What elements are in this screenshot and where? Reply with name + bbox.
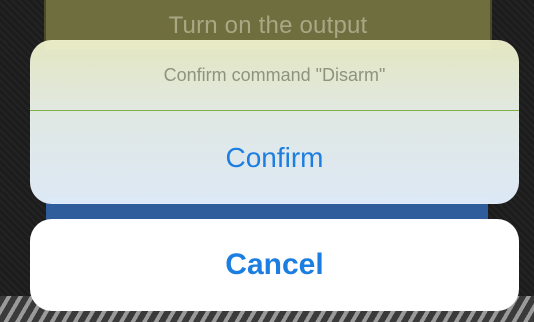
confirm-button[interactable]: Confirm: [30, 111, 519, 204]
cancel-button[interactable]: Cancel: [30, 219, 519, 311]
output-command-label: Turn on the output: [168, 12, 368, 39]
action-sheet-message: Confirm command "Disarm": [163, 64, 386, 85]
confirm-action-sheet: Confirm command "Disarm" Confirm: [30, 40, 519, 204]
